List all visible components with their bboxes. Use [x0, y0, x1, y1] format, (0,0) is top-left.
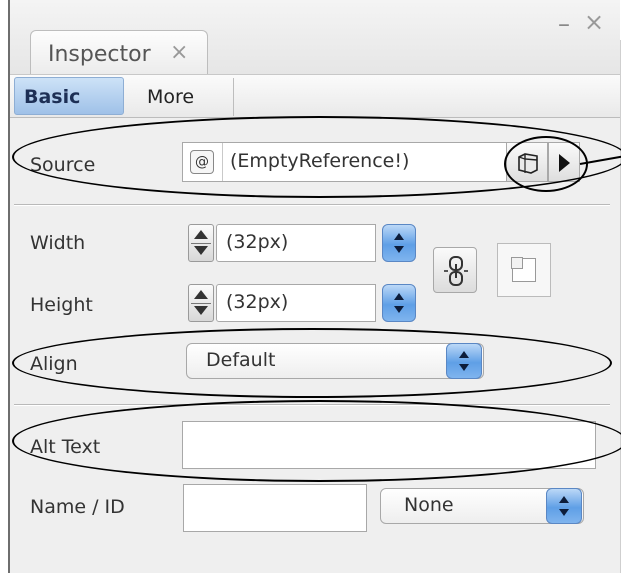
source-menu-button[interactable] — [548, 142, 580, 182]
height-unit-dropdown[interactable] — [382, 284, 416, 322]
reference-icon[interactable]: @ — [190, 150, 214, 174]
divider-2-highlight — [14, 405, 610, 406]
triangle-right-icon — [559, 154, 570, 172]
subtab-divider — [233, 78, 234, 116]
height-label: Height — [30, 294, 93, 316]
subtab-basic-label: Basic — [24, 86, 81, 108]
subtab-more[interactable]: More — [147, 86, 194, 108]
alt-text-input[interactable] — [182, 421, 596, 469]
crop-icon-corner — [511, 257, 523, 269]
width-value: (32px) — [226, 231, 289, 253]
constrain-proportions-button[interactable] — [433, 247, 477, 293]
width-label: Width — [30, 232, 86, 254]
name-id-type-value: None — [404, 494, 454, 516]
align-dropdown-button[interactable] — [446, 343, 482, 379]
name-id-label: Name / ID — [30, 496, 125, 518]
folder-browse-icon — [518, 153, 538, 174]
crop-button[interactable] — [497, 243, 551, 297]
align-label: Align — [30, 353, 78, 375]
align-value: Default — [206, 349, 276, 371]
height-stepper[interactable] — [188, 284, 214, 322]
height-value: (32px) — [226, 291, 289, 313]
width-stepper[interactable] — [188, 224, 214, 262]
close-window-icon[interactable]: × — [584, 10, 604, 34]
chain-link-icon — [444, 256, 468, 286]
tab-inspector-label: Inspector — [48, 42, 151, 67]
alt-text-label: Alt Text — [30, 436, 101, 458]
divider-highlight — [14, 205, 610, 206]
source-separator — [222, 143, 223, 181]
name-id-dropdown-button[interactable] — [546, 488, 582, 524]
source-value: (EmptyReference!) — [230, 150, 410, 172]
name-id-input[interactable] — [183, 484, 367, 532]
source-label: Source — [30, 154, 96, 176]
tab-close-icon[interactable]: × — [170, 40, 188, 65]
width-unit-dropdown[interactable] — [382, 224, 416, 262]
browse-button[interactable] — [506, 142, 548, 182]
minimize-icon[interactable]: – — [558, 12, 570, 36]
